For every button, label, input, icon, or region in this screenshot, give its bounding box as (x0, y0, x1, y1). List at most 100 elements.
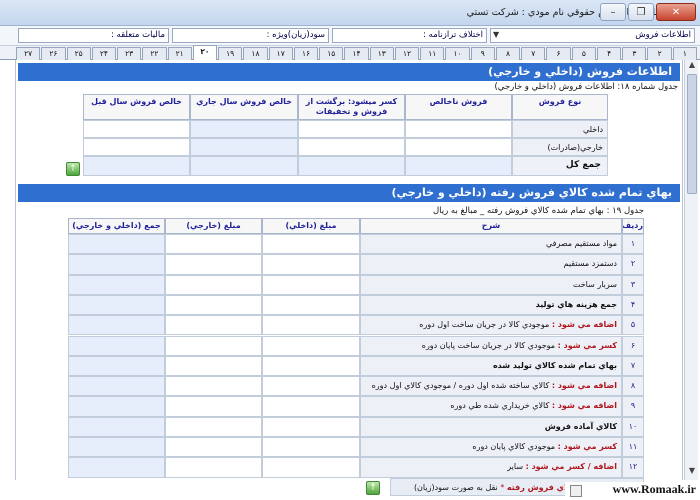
domestic-net-prev-input[interactable] (83, 120, 190, 138)
total-gross (405, 156, 512, 176)
total-amount-cell (68, 254, 165, 275)
internal-amount-input[interactable] (262, 416, 360, 437)
total-amount-cell (68, 437, 165, 458)
total-amount-cell (68, 396, 165, 417)
close-button[interactable]: ✕ (656, 3, 696, 21)
row-description: جمع هزينه هاي توليد (360, 294, 622, 316)
col-net-prev: خالص فروش سال قبل (83, 94, 190, 120)
external-amount-input[interactable] (165, 355, 262, 377)
tab-12[interactable]: ۱۲ (394, 47, 420, 60)
total-amount-cell (68, 315, 165, 336)
row-description: بهاي تمام شده كالاي توليد شده (360, 355, 622, 377)
internal-amount-input[interactable] (262, 234, 360, 255)
row-number: ۸ (622, 376, 644, 397)
chevron-down-icon: ▼ (493, 30, 500, 39)
external-amount-input[interactable] (165, 376, 262, 397)
scrollbar-thumb[interactable] (687, 74, 697, 194)
export-gross-input[interactable] (405, 138, 512, 156)
external-amount-input[interactable] (165, 335, 262, 356)
tab-26[interactable]: ۲۶ (41, 47, 66, 60)
external-amount-input[interactable] (165, 254, 262, 275)
domestic-gross-input[interactable] (405, 120, 512, 138)
external-amount-input[interactable] (165, 315, 262, 336)
internal-amount-input[interactable] (262, 376, 360, 397)
internal-amount-input[interactable] (262, 254, 360, 275)
minimize-button[interactable]: – (600, 3, 626, 21)
table19-caption: جدول ۱۹ : بهاي تمام شده كالاي فروش رفته … (432, 206, 644, 216)
section-select[interactable]: ▼ اطلاعات فروش (490, 28, 695, 43)
external-amount-input[interactable] (165, 457, 262, 478)
export-returns-input[interactable] (298, 138, 405, 156)
internal-amount-input[interactable] (262, 396, 360, 417)
total-amount-cell (68, 416, 165, 437)
internal-amount-input[interactable] (262, 315, 360, 336)
tax-due-field[interactable]: ماليات متعلقه : (18, 28, 169, 43)
internal-amount-input[interactable] (262, 294, 360, 316)
row-label-export: خارجي(صادرات) (512, 138, 608, 156)
tab-17[interactable]: ۱۷ (268, 47, 293, 60)
row-description: كسر مي شود : موجودي كالا در جريان ساخت پ… (360, 335, 622, 356)
internal-amount-input[interactable] (262, 457, 360, 478)
tab-3[interactable]: ۳ (622, 47, 647, 60)
tab-22[interactable]: ۲۲ (142, 47, 167, 60)
tab-8[interactable]: ۸ (495, 47, 521, 60)
tab-10[interactable]: ۱۰ (445, 47, 470, 60)
tab-14[interactable]: ۱۴ (344, 47, 369, 60)
external-amount-input[interactable] (165, 294, 262, 316)
internal-amount-input[interactable] (262, 274, 360, 295)
tab-21[interactable]: ۲۱ (167, 47, 192, 60)
tab-15[interactable]: ۱۵ (319, 47, 344, 60)
vertical-scrollbar[interactable]: ▲ ▼ (684, 60, 698, 480)
col-external-amount: مبلغ (خارجي) (165, 218, 262, 234)
tab-4[interactable]: ۴ (596, 47, 622, 60)
row-description: اضافه / كسر مي شود : ساير (360, 457, 622, 478)
internal-amount-input[interactable] (262, 335, 360, 356)
total-amount-cell (68, 294, 165, 316)
row-description: اضافه مي شود : كالاي ساخته شده اول دوره … (360, 376, 622, 397)
col-sales-type: نوع فروش (512, 94, 608, 120)
total-returns (298, 156, 405, 176)
row-label-domestic: داخلي (512, 120, 608, 138)
tab-16[interactable]: ۱۶ (293, 47, 319, 60)
tab-11[interactable]: ۱۱ (420, 47, 445, 60)
export-net-prev-input[interactable] (83, 138, 190, 156)
profit-special-field[interactable]: سود(زيان)ويژه : (172, 28, 329, 43)
internal-amount-input[interactable] (262, 437, 360, 458)
footer-calculate-button[interactable]: ↑ (366, 481, 380, 495)
tab-27[interactable]: ۲۷ (16, 47, 41, 60)
external-amount-input[interactable] (165, 437, 262, 458)
domestic-returns-input[interactable] (298, 120, 405, 138)
scroll-down-icon[interactable]: ▼ (685, 466, 699, 478)
total-amount-cell (68, 457, 165, 478)
tab-13[interactable]: ۱۳ (369, 47, 394, 60)
row-description: مواد مستقيم مصرفي (360, 234, 622, 255)
total-amount-cell (68, 234, 165, 255)
scroll-up-icon[interactable]: ▲ (685, 60, 699, 72)
external-amount-input[interactable] (165, 416, 262, 437)
tab-9[interactable]: ۹ (470, 47, 495, 60)
col-returns: كسر ميشود: برگشت از فروش و تخفيفات (298, 94, 405, 120)
tab-2[interactable]: ۲ (647, 47, 672, 60)
row-number: ۱۰ (622, 416, 644, 437)
row-number: ۲ (622, 254, 644, 275)
external-amount-input[interactable] (165, 234, 262, 255)
tab-19[interactable]: ۱۹ (218, 47, 243, 60)
tab-24[interactable]: ۲۴ (91, 47, 117, 60)
col-row-number: رديف (622, 218, 644, 234)
balance-diff-field[interactable]: اختلاف ترازنامه : (332, 28, 487, 43)
internal-amount-input[interactable] (262, 355, 360, 377)
external-amount-input[interactable] (165, 274, 262, 295)
tab-5[interactable]: ۵ (571, 47, 596, 60)
export-net-current (190, 138, 298, 156)
restore-button[interactable]: ❐ (628, 3, 654, 21)
tab-20[interactable]: ۲۰ (192, 45, 218, 60)
tab-25[interactable]: ۲۵ (66, 47, 91, 60)
tab-7[interactable]: ۷ (521, 47, 546, 60)
tab-18[interactable]: ۱۸ (243, 47, 268, 60)
calculate-button[interactable]: ↑ (66, 162, 80, 176)
tab-6[interactable]: ۶ (546, 47, 571, 60)
tab-23[interactable]: ۲۳ (117, 47, 142, 60)
external-amount-input[interactable] (165, 396, 262, 417)
tab-1[interactable]: ۱ (672, 47, 697, 60)
row-number: ۶ (622, 335, 644, 356)
